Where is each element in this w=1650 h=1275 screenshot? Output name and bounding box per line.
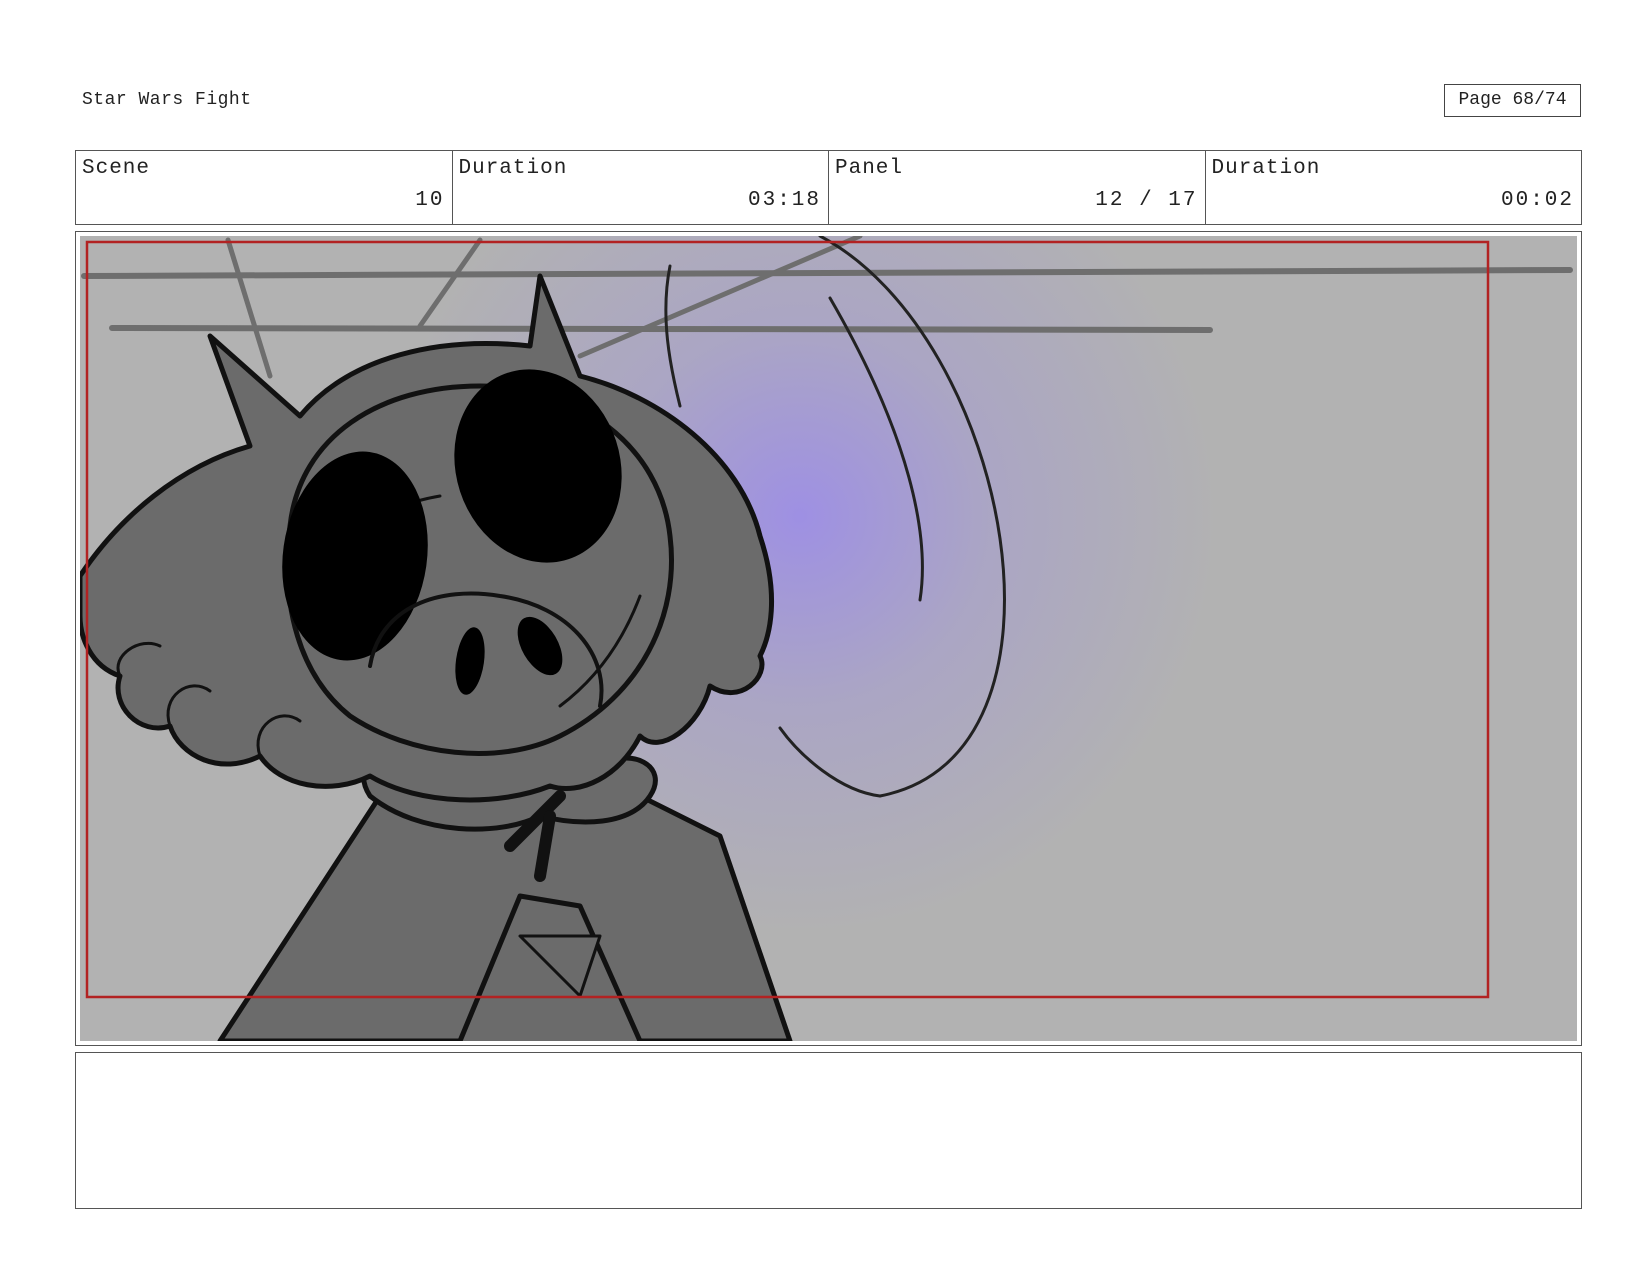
page-counter: Page 68/74	[1444, 84, 1581, 117]
scene-duration-value: 03:18	[747, 189, 821, 212]
scene-duration-cell: Duration 03:18	[453, 151, 829, 224]
panel-cell: Panel 12 / 17	[829, 151, 1206, 224]
document-title: Star Wars Fight	[82, 90, 252, 110]
scene-value: 10	[415, 189, 445, 212]
panel-duration-label: Duration	[1211, 157, 1321, 180]
scene-duration-label: Duration	[458, 157, 568, 180]
panel-duration-value: 00:02	[1500, 189, 1574, 212]
scene-cell: Scene 10	[76, 151, 453, 224]
panel-value: 12 / 17	[1095, 189, 1198, 212]
panel-info-table: Scene 10 Duration 03:18 Panel 12 / 17 Du…	[75, 150, 1582, 225]
scene-label: Scene	[82, 157, 151, 180]
storyboard-sketch	[80, 236, 1577, 1041]
panel-notes-box[interactable]	[75, 1052, 1582, 1209]
storyboard-panel-frame	[75, 231, 1582, 1046]
panel-label: Panel	[835, 157, 904, 180]
panel-duration-cell: Duration 00:02	[1206, 151, 1582, 224]
